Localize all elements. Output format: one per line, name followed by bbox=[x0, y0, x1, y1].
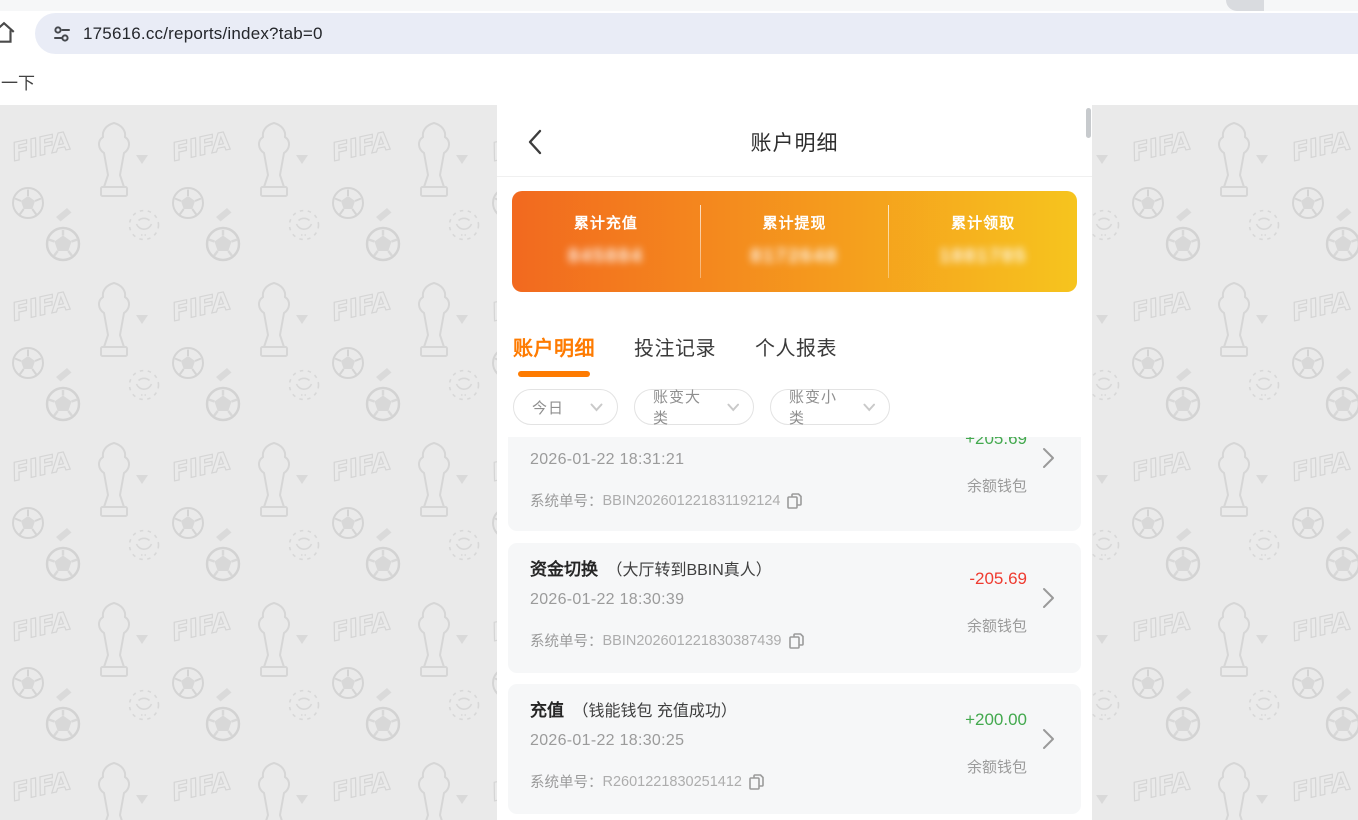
chevron-right-icon[interactable] bbox=[1042, 447, 1055, 469]
order-number: BBIN202601221831192124 bbox=[603, 493, 781, 509]
panel-scrollbar[interactable] bbox=[1086, 108, 1091, 138]
stat-value-masked: 1881785 bbox=[939, 246, 1027, 268]
transaction-item[interactable]: 资金切换 （大厅转到BBIN真人） -205.69 2026-01-22 18:… bbox=[508, 543, 1081, 673]
stat-total-deposit: 累计充值 845884 bbox=[512, 191, 700, 292]
stat-label: 累计充值 bbox=[574, 212, 638, 233]
transaction-list[interactable]: +205.69 2026-01-22 18:31:21 余额钱包 系统单号： B… bbox=[497, 437, 1092, 820]
transaction-title-row: 充值 （钱能钱包 充值成功） bbox=[530, 696, 737, 721]
order-label: 系统单号： bbox=[530, 490, 603, 511]
chevron-down-icon bbox=[863, 403, 875, 412]
chevron-right-icon[interactable] bbox=[1042, 587, 1055, 609]
order-number: BBIN202601221830387439 bbox=[603, 633, 782, 649]
address-bar[interactable]: 175616.cc/reports/index?tab=0 bbox=[35, 13, 1358, 54]
stat-total-claim: 累计领取 1881785 bbox=[889, 191, 1077, 292]
browser-top-strip bbox=[0, 0, 1358, 11]
transaction-amount: +200.00 bbox=[965, 710, 1027, 730]
transaction-item[interactable]: +205.69 2026-01-22 18:31:21 余额钱包 系统单号： B… bbox=[508, 437, 1081, 531]
stat-total-withdraw: 累计提现 8172648 bbox=[701, 191, 889, 292]
filter-major-type-dropdown[interactable]: 账变大类 bbox=[634, 389, 754, 425]
bookmark-item[interactable]: 一下 bbox=[1, 69, 35, 94]
order-label: 系统单号： bbox=[530, 630, 603, 651]
panel-header: 账户明细 bbox=[497, 105, 1092, 177]
site-settings-icon[interactable] bbox=[52, 24, 72, 44]
transaction-order-row: 系统单号： BBIN202601221830387439 bbox=[530, 630, 804, 651]
order-label: 系统单号： bbox=[530, 771, 603, 792]
stat-label: 累计提现 bbox=[763, 212, 827, 233]
tab-personal-report[interactable]: 个人报表 bbox=[755, 332, 837, 377]
url-text[interactable]: 175616.cc/reports/index?tab=0 bbox=[83, 24, 323, 44]
transaction-subtitle: （大厅转到BBIN真人） bbox=[606, 562, 771, 579]
browser-toolbar: 175616.cc/reports/index?tab=0 bbox=[0, 11, 1358, 55]
transaction-subtitle: （钱能钱包 充值成功） bbox=[572, 703, 736, 720]
chevron-down-icon bbox=[727, 403, 739, 412]
transaction-time: 2026-01-22 18:30:39 bbox=[530, 591, 684, 609]
stat-label: 累计领取 bbox=[951, 212, 1015, 233]
filter-label: 账变小类 bbox=[789, 386, 851, 428]
transaction-wallet: 余额钱包 bbox=[967, 756, 1027, 777]
copy-icon[interactable] bbox=[749, 774, 764, 790]
copy-icon[interactable] bbox=[789, 633, 804, 649]
transaction-title-row: 资金切换 （大厅转到BBIN真人） bbox=[530, 555, 772, 580]
chevron-right-icon[interactable] bbox=[1042, 728, 1055, 750]
filters: 今日 账变大类 账变小类 bbox=[513, 389, 1092, 436]
bookmarks-bar: 一下 bbox=[0, 55, 1358, 105]
transaction-order-row: 系统单号： BBIN202601221831192124 bbox=[530, 490, 802, 511]
transaction-title: 资金切换 bbox=[530, 560, 598, 579]
transaction-time: 2026-01-22 18:30:25 bbox=[530, 732, 684, 750]
page-title: 账户明细 bbox=[497, 127, 1092, 157]
transaction-amount: -205.69 bbox=[969, 569, 1027, 589]
copy-icon[interactable] bbox=[787, 493, 802, 509]
transaction-wallet: 余额钱包 bbox=[967, 615, 1027, 636]
summary-card: 累计充值 845884 累计提现 8172648 累计领取 1881785 bbox=[512, 191, 1077, 292]
tab-account-detail[interactable]: 账户明细 bbox=[513, 332, 595, 377]
transaction-time: 2026-01-22 18:31:21 bbox=[530, 451, 684, 469]
order-number: R2601221830251412 bbox=[603, 774, 743, 790]
transaction-item[interactable]: 充值 （钱能钱包 充值成功） +200.00 2026-01-22 18:30:… bbox=[508, 684, 1081, 814]
transaction-title: 充值 bbox=[530, 701, 564, 720]
stat-value-masked: 845884 bbox=[568, 246, 643, 268]
account-detail-panel: 账户明细 累计充值 845884 累计提现 8172648 累计领取 18817… bbox=[497, 105, 1092, 820]
home-icon[interactable] bbox=[0, 20, 17, 46]
chevron-down-icon bbox=[590, 403, 603, 412]
transaction-order-row: 系统单号： R2601221830251412 bbox=[530, 771, 764, 792]
tabs: 账户明细 投注记录 个人报表 bbox=[513, 332, 1092, 377]
transaction-wallet: 余额钱包 bbox=[967, 475, 1027, 496]
transaction-amount: +205.69 bbox=[965, 437, 1027, 449]
filter-date-dropdown[interactable]: 今日 bbox=[513, 389, 618, 425]
filter-minor-type-dropdown[interactable]: 账变小类 bbox=[770, 389, 890, 425]
filter-label: 账变大类 bbox=[653, 386, 715, 428]
stat-value-masked: 8172648 bbox=[751, 246, 839, 268]
filter-label: 今日 bbox=[532, 397, 564, 418]
tab-bet-records[interactable]: 投注记录 bbox=[634, 332, 716, 377]
browser-tab-corner bbox=[1226, 0, 1264, 11]
